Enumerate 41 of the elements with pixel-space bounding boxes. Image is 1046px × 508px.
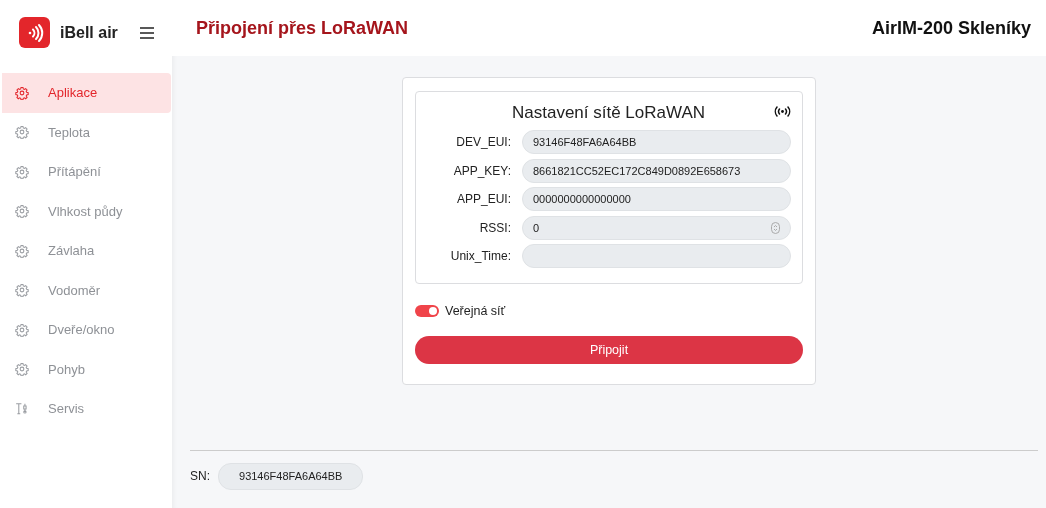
tools-icon <box>15 401 29 416</box>
sidebar-item[interactable]: Vlhkost půdy <box>2 191 171 231</box>
gear-icon <box>15 362 29 377</box>
sidebar-item[interactable]: Vodoměr <box>2 270 171 310</box>
gear-icon <box>15 125 29 140</box>
sidebar-item[interactable]: Aplikace <box>2 73 171 113</box>
field-label: APP_EUI: <box>455 191 512 209</box>
number-field[interactable]: 0 <box>522 215 791 240</box>
gear-icon <box>15 322 29 337</box>
spinner-icon[interactable] <box>771 221 780 234</box>
serial-label: SN: <box>190 468 210 486</box>
toggle-label: Veřejná síť <box>445 302 506 320</box>
input-field[interactable]: 0000000000000000 <box>522 187 791 212</box>
field-label: DEV_EUI: <box>455 134 512 152</box>
sidebar-item[interactable]: Závlaha <box>2 231 171 271</box>
signal-icon <box>774 106 791 117</box>
app-logo-icon <box>19 17 50 48</box>
sidebar-item[interactable]: Teplota <box>2 112 171 152</box>
sidebar-item[interactable]: Servis <box>2 389 171 429</box>
toggle-switch[interactable] <box>415 304 439 317</box>
serial-field: 93146F48FA6A64BB <box>218 463 364 490</box>
panel-title: Nastavení sítě LoRaWAN <box>511 102 706 125</box>
sidebar-item[interactable]: Pohyb <box>2 349 171 389</box>
sidebar-item[interactable]: Dveře/okno <box>2 310 171 350</box>
page-title: Připojení přes LoRaWAN <box>196 16 409 40</box>
menu-icon[interactable] <box>140 26 154 39</box>
brand-name: iBell air <box>60 22 118 43</box>
input-field[interactable]: 8661821CC52EC172C849D0892E658673 <box>522 158 791 183</box>
connect-button[interactable]: Připojit <box>415 336 803 365</box>
gear-icon <box>15 85 29 100</box>
input-field[interactable]: 93146F48FA6A64BB <box>522 130 791 155</box>
sidebar-item[interactable]: Přítápění <box>2 152 171 192</box>
device-title: AirIM-200 Skleníky <box>871 16 1031 40</box>
gear-icon <box>15 164 29 179</box>
field-label: Unix_Time: <box>449 248 512 266</box>
field-label: APP_KEY: <box>452 162 512 180</box>
input-field[interactable] <box>522 244 791 269</box>
gear-icon <box>15 204 29 219</box>
gear-icon <box>15 283 29 298</box>
field-label: RSSI: <box>478 219 512 237</box>
gear-icon <box>15 243 29 258</box>
